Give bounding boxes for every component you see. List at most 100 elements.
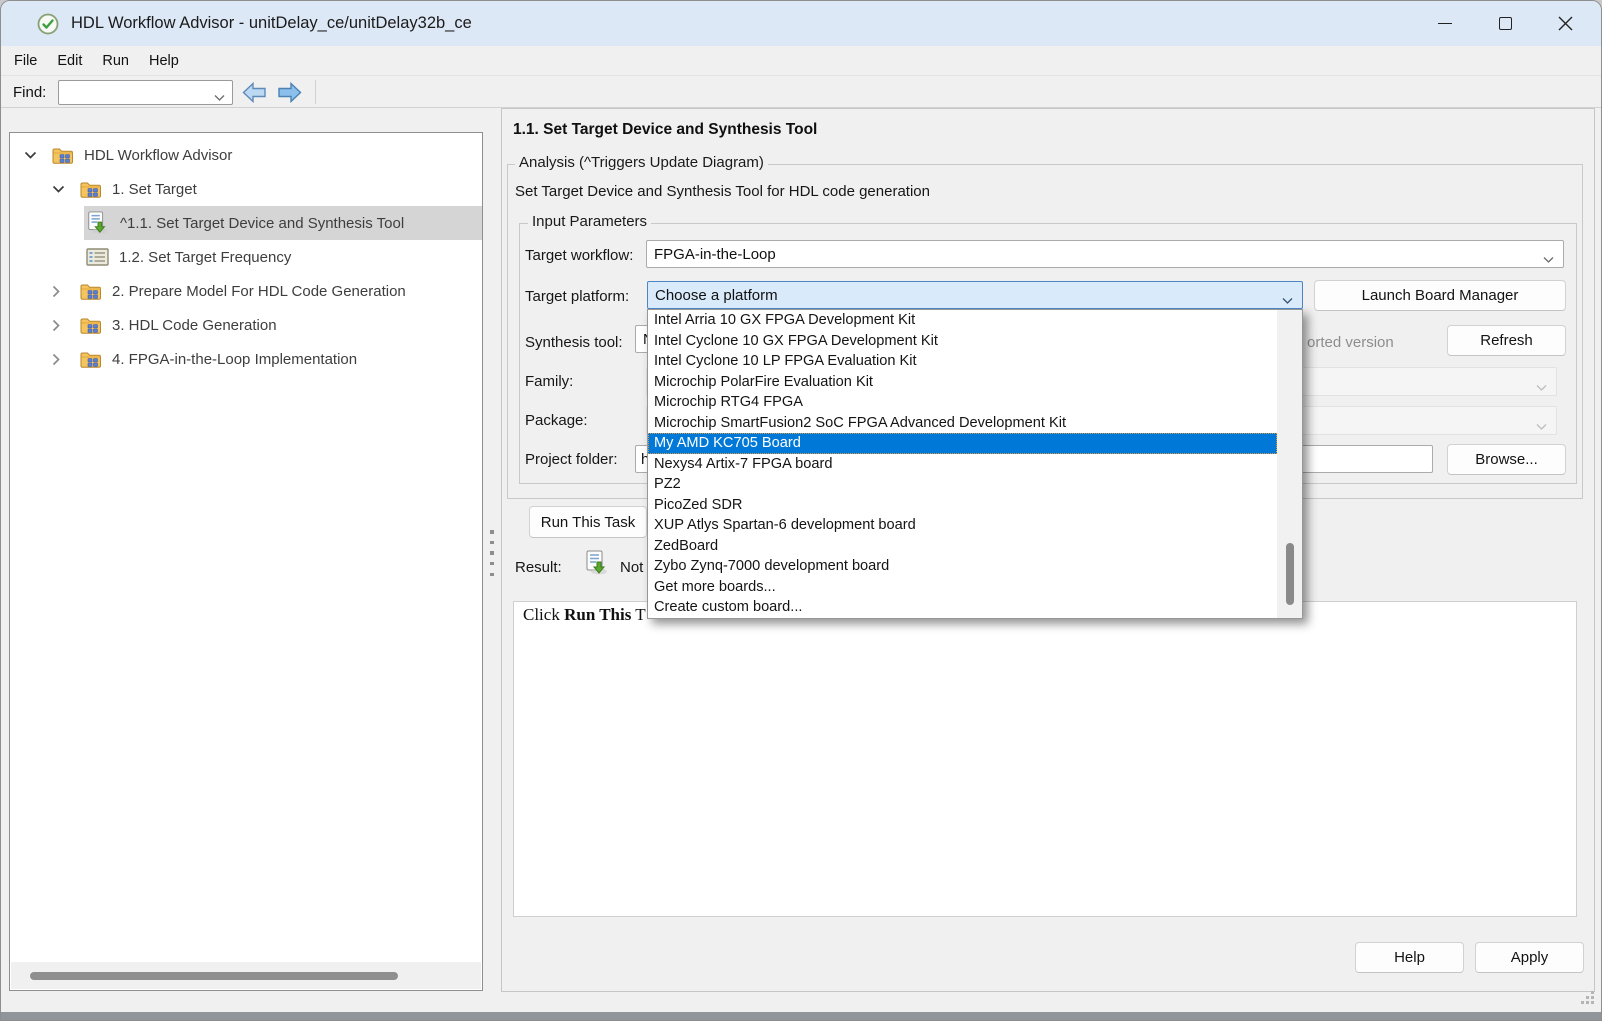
task-status-icon xyxy=(584,550,610,581)
titlebar[interactable]: HDL Workflow Advisor - unitDelay_ce/unit… xyxy=(1,1,1601,46)
family-label: Family: xyxy=(525,373,573,390)
app-icon xyxy=(37,13,59,35)
menu-run[interactable]: Run xyxy=(92,53,139,69)
tree-node[interactable]: ^1.1. Set Target Device and Synthesis To… xyxy=(10,206,482,240)
chevron-down-icon xyxy=(214,89,225,96)
analysis-group-label: Analysis (^Triggers Update Diagram) xyxy=(515,154,768,171)
taskbar-strip xyxy=(1,1012,1601,1020)
minimize-icon xyxy=(1438,23,1452,24)
browse-button[interactable]: Browse... xyxy=(1447,444,1566,475)
platform-option[interactable]: ZedBoard xyxy=(648,536,1277,557)
tree-node[interactable]: 1. Set Target xyxy=(10,172,482,206)
chevron-down-icon xyxy=(1536,417,1547,424)
minimize-button[interactable] xyxy=(1415,1,1475,46)
dropdown-scrollbar-thumb[interactable] xyxy=(1286,543,1294,605)
tree-node-label: 4. FPGA-in-the-Loop Implementation xyxy=(112,351,357,368)
tree-node[interactable]: HDL Workflow Advisor xyxy=(10,138,482,172)
tree-node-label: 1. Set Target xyxy=(112,181,197,198)
window-title: HDL Workflow Advisor - unitDelay_ce/unit… xyxy=(71,14,472,33)
platform-option[interactable]: My AMD KC705 Board xyxy=(648,433,1277,454)
tree-node[interactable]: 4. FPGA-in-the-Loop Implementation xyxy=(10,342,482,376)
target-workflow-select[interactable]: FPGA-in-the-Loop xyxy=(646,240,1564,268)
platform-option[interactable]: Microchip PolarFire Evaluation Kit xyxy=(648,372,1277,393)
target-platform-select[interactable]: Choose a platform xyxy=(647,281,1303,309)
chevron-down-icon[interactable] xyxy=(52,180,78,198)
tree-node[interactable]: 2. Prepare Model For HDL Code Generation xyxy=(10,274,482,308)
tree-node-label: HDL Workflow Advisor xyxy=(84,147,232,164)
folder-icon xyxy=(80,350,102,369)
find-input[interactable] xyxy=(58,80,233,105)
menu-edit[interactable]: Edit xyxy=(47,53,92,69)
close-icon xyxy=(1558,16,1573,31)
platform-option[interactable]: XUP Atlys Spartan-6 development board xyxy=(648,515,1277,536)
menu-bar: FileEditRunHelp xyxy=(1,46,1601,76)
tree-node[interactable]: 1.2. Set Target Frequency xyxy=(10,240,482,274)
folder-icon xyxy=(52,146,74,165)
folder-icon xyxy=(80,316,102,335)
report-area xyxy=(513,601,1577,917)
platform-option[interactable]: Zybo Zynq-7000 development board xyxy=(648,556,1277,577)
tree-node[interactable]: 3. HDL Code Generation xyxy=(10,308,482,342)
tree-node-label: 2. Prepare Model For HDL Code Generation xyxy=(112,283,406,300)
forward-arrow-button[interactable] xyxy=(277,82,303,103)
task-description: Set Target Device and Synthesis Tool for… xyxy=(515,183,930,200)
tree-node-label: 3. HDL Code Generation xyxy=(112,317,277,334)
target-workflow-value: FPGA-in-the-Loop xyxy=(654,246,776,263)
app-window: HDL Workflow Advisor - unitDelay_ce/unit… xyxy=(0,0,1602,1021)
tree-node-label: 1.2. Set Target Frequency xyxy=(119,249,291,266)
platform-option[interactable]: Get more boards... xyxy=(648,577,1277,598)
tree-panel: HDL Workflow Advisor 1. Set Target ^1.1. S… xyxy=(9,132,483,991)
launch-board-manager-button[interactable]: Launch Board Manager xyxy=(1314,280,1566,311)
folder-icon xyxy=(80,180,102,199)
help-button[interactable]: Help xyxy=(1355,942,1464,973)
refresh-button[interactable]: Refresh xyxy=(1447,325,1566,356)
target-workflow-label: Target workflow: xyxy=(525,247,633,264)
menu-file[interactable]: File xyxy=(4,53,47,69)
platform-option[interactable]: Intel Arria 10 GX FPGA Development Kit xyxy=(648,310,1277,331)
find-label: Find: xyxy=(13,84,46,101)
chevron-down-icon[interactable] xyxy=(24,146,50,164)
platform-option[interactable]: Intel Cyclone 10 LP FPGA Evaluation Kit xyxy=(648,351,1277,372)
maximize-button[interactable] xyxy=(1475,1,1535,46)
resize-grip[interactable] xyxy=(1581,991,1594,1009)
chevron-right-icon[interactable] xyxy=(52,316,78,334)
toolbar-separator xyxy=(315,80,316,104)
chevron-down-icon xyxy=(1536,378,1547,385)
apply-button[interactable]: Apply xyxy=(1475,942,1584,973)
task-heading: 1.1. Set Target Device and Synthesis Too… xyxy=(513,121,817,139)
target-platform-value: Choose a platform xyxy=(655,287,778,304)
horizontal-scrollbar-thumb[interactable] xyxy=(30,972,398,980)
back-arrow-button[interactable] xyxy=(242,82,268,103)
report-text: Click Run This T xyxy=(523,605,646,625)
horizontal-scrollbar[interactable] xyxy=(11,962,481,989)
input-parameters-label: Input Parameters xyxy=(528,213,651,230)
run-this-task-button[interactable]: Run This Task xyxy=(529,506,647,538)
platform-option[interactable]: Microchip RTG4 FPGA xyxy=(648,392,1277,413)
chevron-right-icon[interactable] xyxy=(52,282,78,300)
result-label: Result: xyxy=(515,559,562,576)
target-platform-label: Target platform: xyxy=(525,288,629,305)
chevron-down-icon xyxy=(1543,251,1554,258)
close-button[interactable] xyxy=(1535,1,1595,46)
platform-option[interactable]: PicoZed SDR xyxy=(648,495,1277,516)
menu-help[interactable]: Help xyxy=(139,53,189,69)
task-run-icon xyxy=(86,211,110,235)
platform-option[interactable]: PZ2 xyxy=(648,474,1277,495)
find-toolbar: Find: xyxy=(1,77,1601,108)
tree-node-label: ^1.1. Set Target Device and Synthesis To… xyxy=(120,215,404,232)
maximize-icon xyxy=(1499,17,1512,30)
folder-icon xyxy=(80,282,102,301)
dropdown-scrollbar[interactable] xyxy=(1277,310,1302,618)
platform-option[interactable]: Create custom board... xyxy=(648,597,1277,618)
package-label: Package: xyxy=(525,412,588,429)
panel-splitter[interactable] xyxy=(484,528,500,578)
target-platform-dropdown-list: Intel Arria 10 GX FPGA Development KitIn… xyxy=(647,309,1303,619)
synthesis-tool-label: Synthesis tool: xyxy=(525,334,623,351)
task-list-icon xyxy=(86,247,109,267)
chevron-right-icon[interactable] xyxy=(52,350,78,368)
platform-option[interactable]: Nexys4 Artix-7 FPGA board xyxy=(648,454,1277,475)
platform-option[interactable]: Microchip SmartFusion2 SoC FPGA Advanced… xyxy=(648,413,1277,434)
result-status-fragment: Not xyxy=(620,559,643,576)
chevron-down-icon xyxy=(1282,292,1293,299)
platform-option[interactable]: Intel Cyclone 10 GX FPGA Development Kit xyxy=(648,331,1277,352)
